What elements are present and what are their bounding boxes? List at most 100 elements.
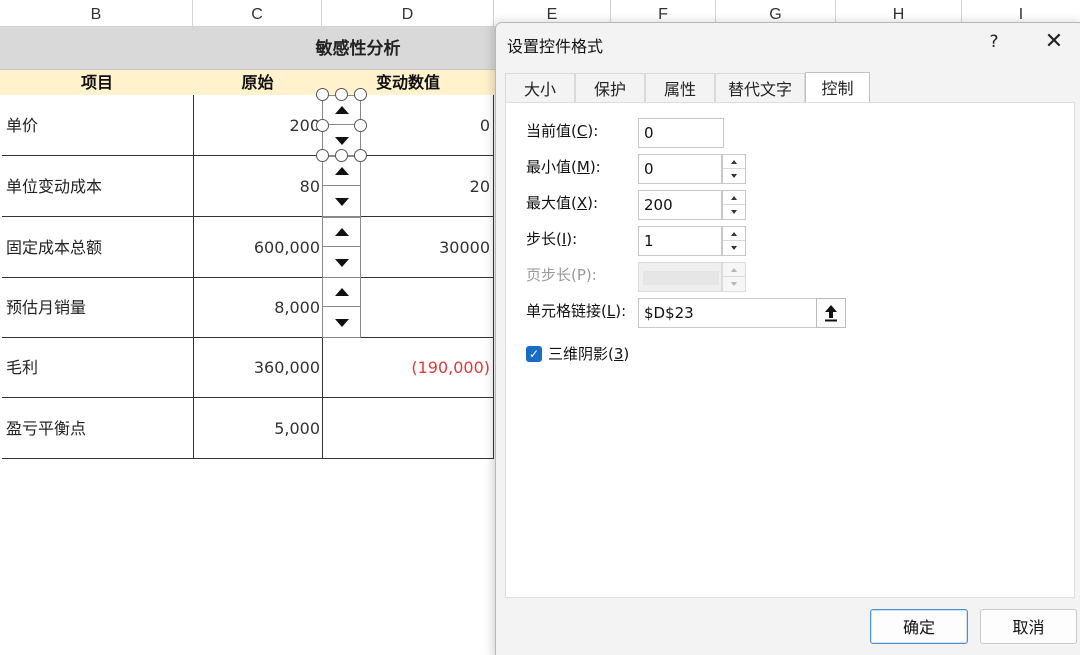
stepper-down (723, 277, 745, 291)
caret-up-icon (731, 159, 737, 164)
shading-checkbox[interactable]: ✓ (526, 346, 542, 362)
grid-line-e (493, 95, 494, 458)
header-original: 原始 (241, 73, 274, 92)
stepper-down[interactable] (723, 241, 745, 255)
current-value-label: 当前值(C): (526, 122, 599, 140)
resize-handle-n[interactable] (335, 88, 348, 101)
column-header-b[interactable]: B (0, 0, 193, 27)
max-value-label: 最大值(X): (526, 194, 599, 212)
row-label[interactable]: 盈亏平衡点 (4, 398, 192, 458)
triangle-down-icon (334, 136, 349, 145)
tab-size[interactable]: 大小 (505, 73, 575, 102)
spin-button[interactable] (322, 156, 361, 217)
stepper-up[interactable] (723, 155, 745, 169)
table-row[interactable]: 盈亏平衡点 5,000 (2, 398, 494, 459)
triangle-down-icon (334, 197, 349, 206)
min-value-stepper[interactable] (722, 154, 746, 184)
caret-down-icon (731, 282, 737, 286)
resize-handle-s[interactable] (335, 149, 348, 162)
header-item: 项目 (80, 73, 113, 92)
row-label[interactable]: 单位变动成本 (4, 156, 192, 216)
triangle-up-icon (334, 106, 349, 114)
table-row[interactable]: 单价 200 0 (2, 95, 494, 156)
caret-up-icon (731, 267, 737, 272)
table-row[interactable]: 预估月销量 8,000 (2, 277, 494, 338)
dialog-title: 设置控件格式 (507, 37, 604, 56)
row-label[interactable]: 单价 (4, 95, 192, 155)
table-title-row[interactable]: 敏感性分析 (0, 27, 500, 70)
spin-up-button[interactable] (323, 278, 360, 307)
caret-up-icon (731, 231, 737, 236)
caret-down-icon (731, 174, 737, 178)
spin-down-button[interactable] (323, 308, 360, 337)
stepper-down[interactable] (723, 169, 745, 183)
arrow-up-icon (825, 305, 837, 322)
triangle-up-icon (334, 288, 349, 296)
format-control-dialog: 设置控件格式 ? ✕ 大小 保护 属性 替代文字 控制 当前值(C): 0 最小… (495, 22, 1080, 655)
triangle-up-icon (334, 228, 349, 236)
spin-button[interactable] (322, 217, 361, 278)
row-original[interactable]: 360,000 (193, 337, 322, 397)
spin-button[interactable] (322, 277, 361, 338)
spin-up-button[interactable] (323, 218, 360, 247)
table-title: 敏感性分析 (315, 39, 401, 59)
cancel-button[interactable]: 取消 (980, 609, 1077, 644)
row-label[interactable]: 毛利 (4, 337, 192, 397)
tab-alt-text[interactable]: 替代文字 (715, 73, 805, 102)
resize-handle-e[interactable] (354, 119, 367, 132)
table-row[interactable]: 固定成本总额 600,000 30000 (2, 217, 494, 278)
resize-handle-ne[interactable] (354, 88, 367, 101)
help-icon[interactable]: ? (983, 28, 1005, 54)
resize-handle-w[interactable] (316, 119, 329, 132)
cell-link-input[interactable]: $D$23 (638, 298, 828, 328)
row-label[interactable]: 固定成本总额 (4, 217, 192, 277)
page-step-label: 页步长(P): (526, 266, 597, 284)
tab-protection[interactable]: 保护 (575, 73, 645, 102)
stepper-up[interactable] (723, 227, 745, 241)
page-step-stepper (722, 262, 746, 292)
resize-handle-sw[interactable] (316, 149, 329, 162)
row-change-negative[interactable]: (190,000) (322, 337, 492, 397)
triangle-down-icon (334, 258, 349, 267)
current-value-input[interactable]: 0 (638, 118, 724, 148)
ok-button[interactable]: 确定 (870, 609, 968, 644)
step-input[interactable]: 1 (638, 226, 722, 256)
table-row[interactable]: 单位变动成本 80 20 (2, 156, 494, 217)
row-change[interactable] (322, 398, 492, 458)
spin-down-button[interactable] (323, 248, 360, 277)
row-original[interactable]: 5,000 (193, 398, 322, 458)
collapse-dialog-button[interactable] (816, 298, 846, 328)
stepper-down[interactable] (723, 205, 745, 219)
table-row[interactable]: 毛利 360,000 (190,000) (2, 337, 494, 398)
step-label: 步长(I): (526, 230, 578, 248)
page-step-input (638, 262, 722, 292)
step-stepper[interactable] (722, 226, 746, 256)
column-header-d[interactable]: D (322, 0, 494, 27)
close-icon[interactable]: ✕ (1042, 29, 1066, 55)
column-header-c[interactable]: C (193, 0, 322, 27)
tab-bar: 大小 保护 属性 替代文字 控制 (505, 72, 1080, 103)
row-original[interactable]: 8,000 (193, 277, 322, 337)
stepper-up (723, 263, 745, 277)
control-tab-panel: 当前值(C): 0 最小值(M): 0 最大值(X): 200 步长(I): 1… (505, 102, 1075, 598)
spin-down-button[interactable] (323, 187, 360, 216)
triangle-down-icon (334, 318, 349, 327)
min-value-input[interactable]: 0 (638, 154, 722, 184)
max-value-stepper[interactable] (722, 190, 746, 220)
max-value-input[interactable]: 200 (638, 190, 722, 220)
tab-control[interactable]: 控制 (805, 72, 870, 103)
row-original[interactable]: 200 (193, 95, 322, 155)
shading-label[interactable]: 三维阴影(3) (548, 343, 629, 364)
grid-line-c (193, 95, 194, 458)
tab-properties[interactable]: 属性 (645, 73, 715, 102)
row-original[interactable]: 80 (193, 156, 322, 216)
resize-handle-se[interactable] (354, 149, 367, 162)
row-label[interactable]: 预估月销量 (4, 277, 192, 337)
min-value-label: 最小值(M): (526, 158, 601, 176)
caret-up-icon (731, 195, 737, 200)
table-header-row[interactable]: 项目 原始 变动数值 (0, 70, 500, 95)
row-original[interactable]: 600,000 (193, 217, 322, 277)
stepper-up[interactable] (723, 191, 745, 205)
resize-handle-nw[interactable] (316, 88, 329, 101)
caret-down-icon (731, 210, 737, 214)
